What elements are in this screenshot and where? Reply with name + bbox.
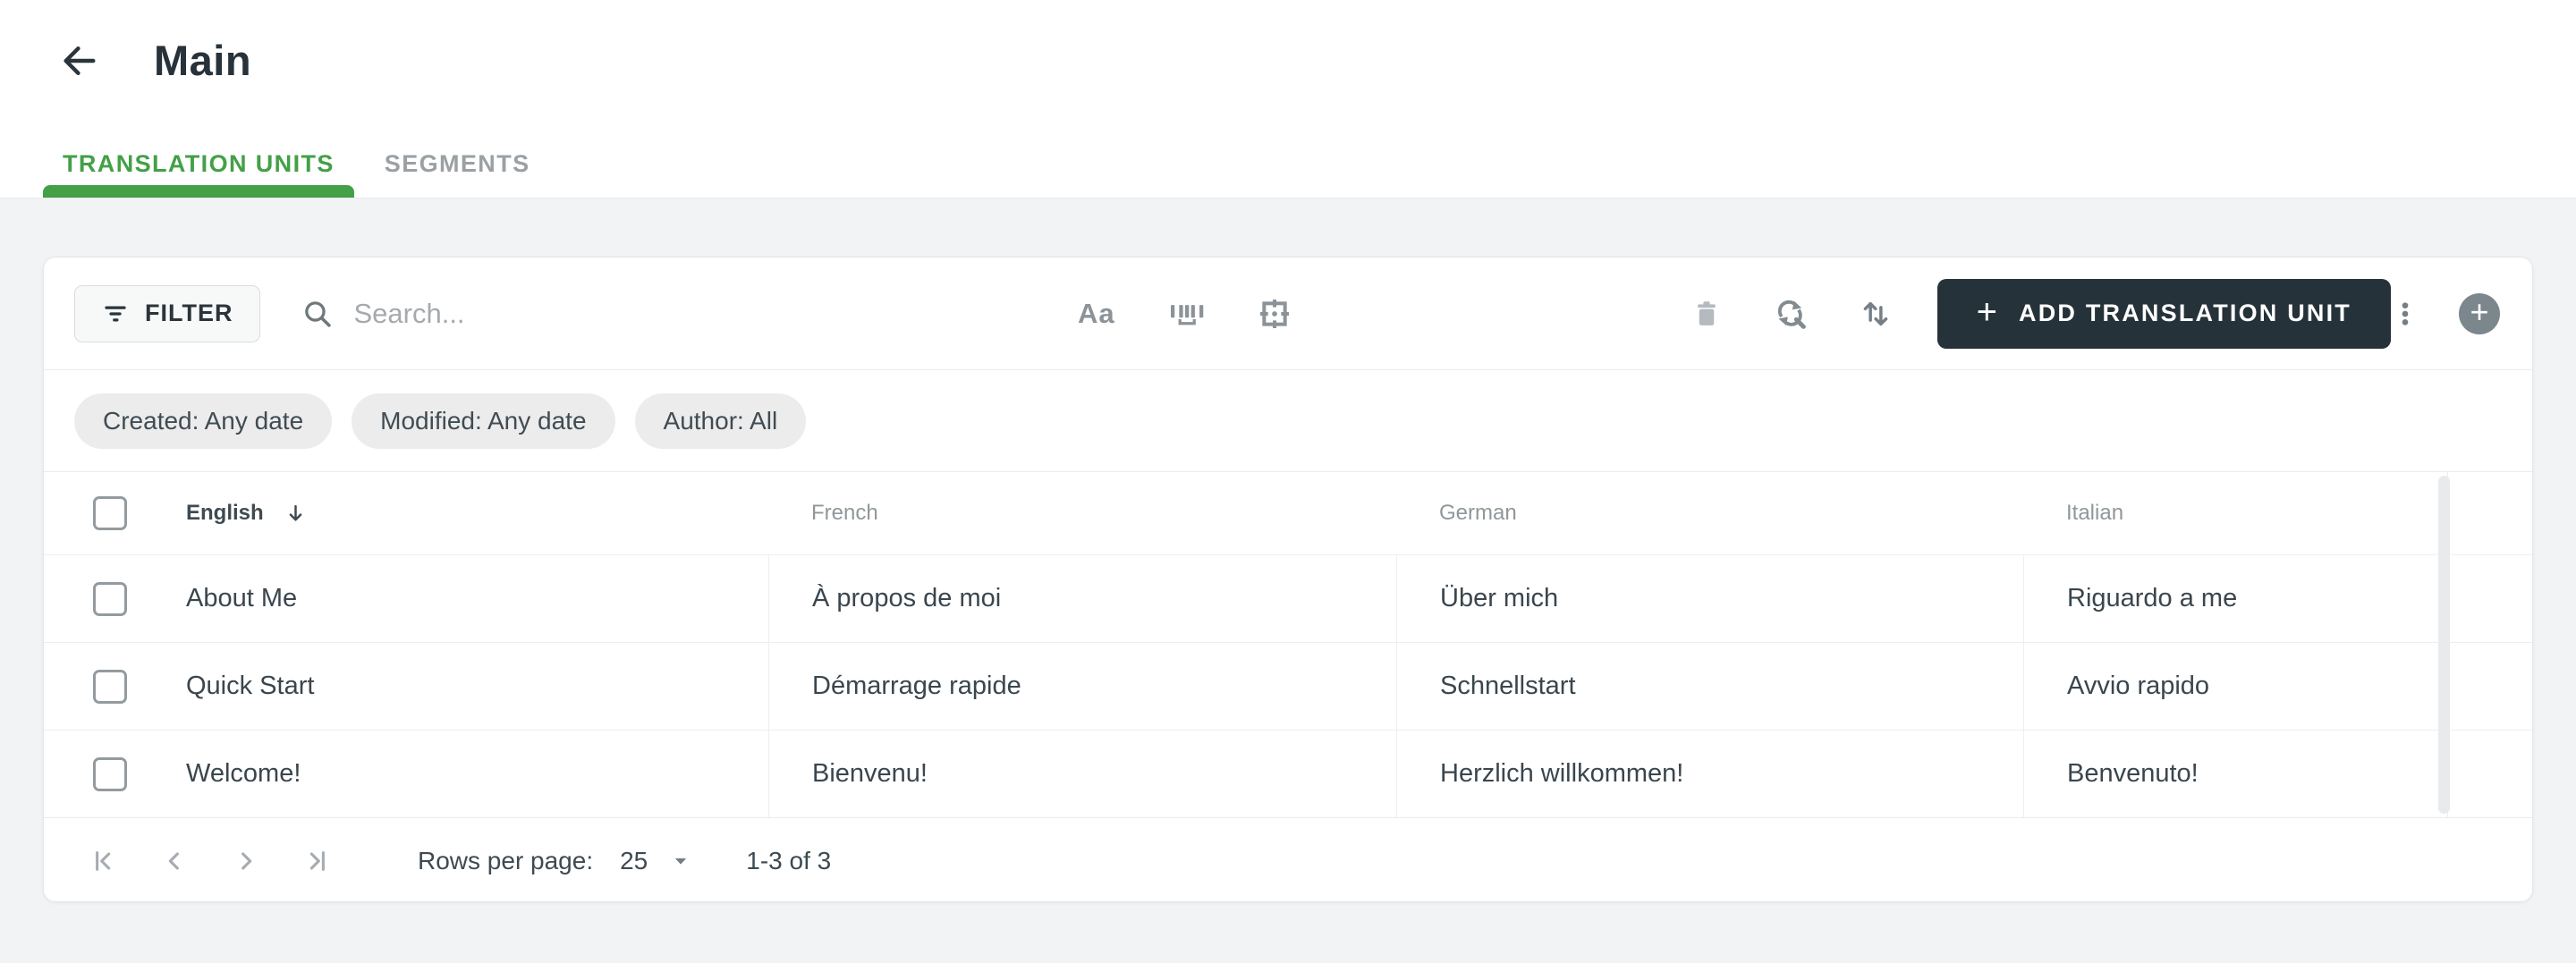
caret-down-icon [675, 857, 687, 865]
add-translation-unit-button[interactable]: + ADD TRANSLATION UNIT [1936, 278, 2391, 349]
chevron-left-icon [168, 851, 179, 870]
column-header-french[interactable]: French [768, 472, 1396, 554]
search-box [301, 297, 909, 330]
kebab-menu-icon [2402, 301, 2409, 325]
translation-table: English French German Italian About Me À… [44, 472, 2532, 817]
last-page-button[interactable] [294, 838, 341, 884]
rows-per-page-label: Rows per page: [418, 846, 594, 874]
pagination-range: 1-3 of 3 [746, 846, 832, 874]
find-replace-button[interactable] [1773, 296, 1809, 332]
rows-per-page-select[interactable]: 25 [620, 847, 691, 875]
cell-french[interactable]: Démarrage rapide [768, 643, 1396, 730]
cell-text: Welcome! [186, 759, 301, 788]
plus-icon: + [1976, 291, 1998, 332]
table-header-row: English French German Italian [44, 472, 2532, 554]
search-input[interactable] [353, 297, 909, 330]
chip-author[interactable]: Author: All [634, 393, 807, 449]
cell-german[interactable]: Herzlich willkommen! [1396, 731, 2023, 817]
column-header-german[interactable]: German [1396, 472, 2023, 554]
table-row[interactable]: Welcome! Bienvenu! Herzlich willkommen! … [44, 730, 2532, 817]
add-translation-unit-label: ADD TRANSLATION UNIT [2019, 300, 2351, 326]
back-button[interactable] [55, 38, 102, 84]
tab-translation-units[interactable]: TRANSLATION UNITS [43, 130, 354, 198]
toolbar: FILTER Aa [44, 258, 2532, 370]
filter-button[interactable]: FILTER [74, 284, 261, 342]
whole-word-button[interactable] [1167, 299, 1205, 329]
cell-italian[interactable]: Benvenuto! [2023, 731, 2447, 817]
toolbar-actions: + ADD TRANSLATION UNIT + [1690, 278, 2500, 349]
chevron-right-icon [242, 851, 252, 870]
pagination-bar: Rows per page: 25 1-3 of 3 [44, 817, 2532, 901]
content-area: FILTER Aa [0, 199, 2576, 963]
filter-chips-row: Created: Any date Modified: Any date Aut… [44, 370, 2532, 472]
row-checkbox[interactable] [93, 669, 127, 704]
table-row[interactable]: About Me À propos de moi Über mich Rigua… [44, 554, 2532, 642]
more-options-button[interactable] [2391, 300, 2419, 328]
cell-text: Quick Start [186, 672, 315, 700]
page-header: Main TRANSLATION UNITS SEGMENTS [0, 0, 2576, 199]
cell-german[interactable]: Über mich [1396, 555, 2023, 642]
cell-french[interactable]: À propos de moi [768, 555, 1396, 642]
whole-word-icon [1170, 304, 1203, 325]
cell-italian[interactable]: Riguardo a me [2023, 555, 2447, 642]
trash-icon [1697, 300, 1716, 325]
chip-modified[interactable]: Modified: Any date [352, 393, 615, 449]
cell-english[interactable]: Quick Start [44, 643, 768, 730]
row-spacer-cell [2447, 731, 2532, 817]
sort-desc-icon [289, 504, 302, 520]
sort-button[interactable] [1859, 297, 1893, 331]
next-page-button[interactable] [223, 838, 269, 884]
row-spacer-cell [2447, 555, 2532, 642]
table-scrollbar[interactable] [2438, 476, 2450, 814]
first-page-icon [96, 850, 111, 871]
cell-english[interactable]: Welcome! [44, 731, 768, 817]
column-header-label: English [186, 501, 264, 525]
tab-segments[interactable]: SEGMENTS [365, 130, 550, 198]
row-checkbox[interactable] [93, 581, 127, 616]
cell-text: About Me [186, 584, 298, 612]
chip-created[interactable]: Created: Any date [74, 393, 333, 449]
sort-arrows-icon [1863, 301, 1887, 325]
tab-bar: TRANSLATION UNITS SEGMENTS [43, 130, 550, 198]
search-option-icons: Aa [1078, 296, 1292, 332]
rows-per-page-value: 25 [620, 846, 648, 874]
previous-page-button[interactable] [151, 838, 198, 884]
search-icon [305, 300, 332, 327]
translation-units-card: FILTER Aa [43, 257, 2533, 902]
header-spacer-cell [2447, 472, 2532, 554]
plus-icon: + [2470, 292, 2489, 330]
column-header-english[interactable]: English [44, 472, 768, 554]
exact-match-button[interactable] [1257, 296, 1292, 332]
delete-button[interactable] [1690, 298, 1723, 330]
cell-german[interactable]: Schnellstart [1396, 643, 2023, 730]
arrow-left-icon [64, 46, 96, 75]
page-title: Main [154, 37, 252, 84]
last-page-icon [309, 850, 325, 871]
selection-frame-icon [1259, 299, 1289, 328]
filter-icon [105, 306, 126, 321]
cell-italian[interactable]: Avvio rapido [2023, 643, 2447, 730]
add-column-button[interactable]: + [2459, 292, 2500, 334]
row-spacer-cell [2447, 643, 2532, 730]
filter-button-label: FILTER [145, 300, 233, 326]
cell-english[interactable]: About Me [44, 555, 768, 642]
find-replace-icon [1777, 300, 1806, 329]
select-all-checkbox[interactable] [93, 496, 127, 530]
row-checkbox[interactable] [93, 756, 127, 791]
first-page-button[interactable] [80, 838, 126, 884]
match-case-button[interactable]: Aa [1078, 298, 1115, 330]
cell-french[interactable]: Bienvenu! [768, 731, 1396, 817]
column-header-italian[interactable]: Italian [2023, 472, 2447, 554]
table-row[interactable]: Quick Start Démarrage rapide Schnellstar… [44, 642, 2532, 730]
